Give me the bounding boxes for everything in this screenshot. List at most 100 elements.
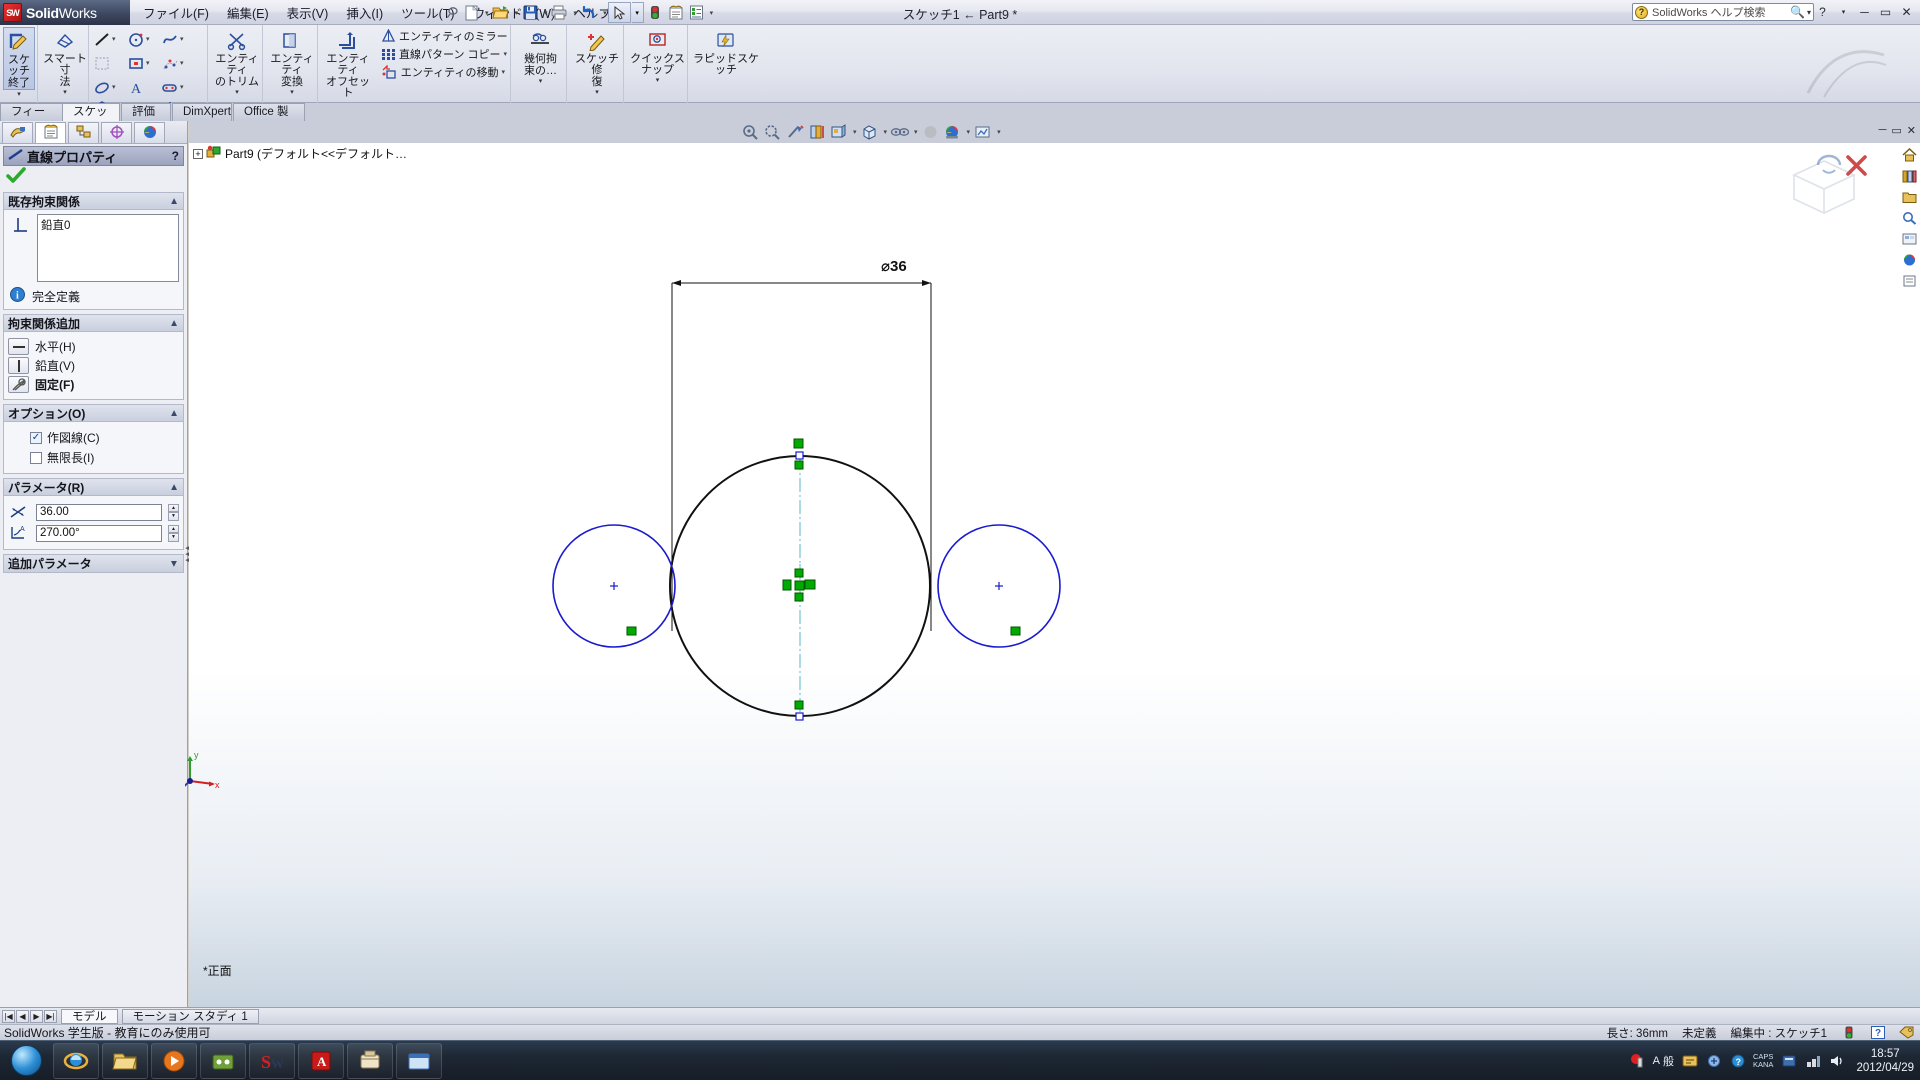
property-manager-help-button[interactable]: ?	[172, 149, 179, 163]
rapid-sketch-button[interactable]: ラピッドスケッチ	[692, 27, 760, 76]
notification-icon[interactable]	[1629, 1052, 1646, 1069]
taskbar-solidworks[interactable]: SW	[249, 1042, 295, 1079]
configuration-manager-tab[interactable]	[68, 122, 99, 143]
sketch-points-tool[interactable]: ▾	[161, 55, 195, 71]
chevron-collapse-icon[interactable]: ▲	[169, 482, 179, 493]
taskbar-app-4[interactable]	[200, 1042, 246, 1079]
sketch-canvas[interactable]	[189, 121, 1920, 1007]
move-entities-dropdown[interactable]: ▾	[501, 68, 505, 76]
spline-tool[interactable]: ▾	[161, 31, 195, 47]
taskbar-explorer[interactable]	[102, 1042, 148, 1079]
bottom-tab-model[interactable]: モデル	[61, 1008, 118, 1024]
relation-item-0[interactable]: 鉛直0	[41, 217, 175, 233]
ellipse-tool[interactable]: ▾	[93, 79, 127, 95]
additional-parameters-header[interactable]: 追加パラメータ ▲	[4, 555, 183, 572]
trim-dropdown[interactable]: ▾	[212, 88, 262, 96]
infinite-length-checkbox[interactable]	[30, 451, 42, 464]
trim-entities-button[interactable]: エンティティ のトリム	[212, 27, 262, 88]
relation-vertical-button[interactable]: 鉛直(V)	[8, 357, 179, 374]
relation-horizontal-button[interactable]: 水平(H)	[8, 338, 179, 355]
diameter-dimension-label[interactable]: ⌀36	[881, 257, 907, 275]
dimxpert-manager-tab[interactable]	[101, 122, 132, 143]
minimize-button[interactable]: ─	[1855, 2, 1874, 21]
taskbar-media-player[interactable]	[151, 1042, 197, 1079]
start-button[interactable]	[2, 1043, 50, 1079]
app-tray-icon[interactable]	[1780, 1052, 1797, 1069]
param-angle-input[interactable]: 270.00°	[36, 524, 162, 542]
rectangle-tool[interactable]: ▾	[127, 55, 161, 71]
ellipse-tool-dropdown[interactable]: ▾	[112, 83, 116, 91]
taskbar-acrobat[interactable]: A	[298, 1042, 344, 1079]
tab-office-products[interactable]: Office 製品	[233, 103, 305, 135]
rectangle-tool-dropdown[interactable]: ▾	[146, 59, 150, 67]
linear-pattern-dropdown[interactable]: ▾	[504, 50, 508, 58]
restore-button[interactable]: ▭	[1876, 2, 1895, 21]
spline-tool-dropdown[interactable]: ▾	[180, 35, 184, 43]
chevron-collapse-icon[interactable]: ▲	[169, 408, 179, 419]
ime-tool-icon[interactable]	[1705, 1052, 1722, 1069]
convert-entities-button[interactable]: エンティティ 変換	[267, 27, 317, 88]
traffic-light-icon[interactable]	[1841, 1026, 1856, 1040]
feature-manager-tab[interactable]	[2, 122, 33, 143]
help-dropdown[interactable]: ▾	[1834, 2, 1853, 21]
green-check-icon[interactable]	[6, 167, 26, 187]
offset-entities-button[interactable]: エンティティ オフセット	[322, 27, 374, 99]
ime-help-icon[interactable]: ?	[1729, 1052, 1746, 1069]
taskbar-app-8[interactable]	[396, 1042, 442, 1079]
search-magnifier-icon[interactable]: 🔍	[1790, 5, 1807, 19]
relation-fix-button[interactable]: 固定(F)	[8, 376, 179, 393]
linear-pattern-button[interactable]: 直線パターン コピー ▾	[379, 45, 507, 63]
volume-icon[interactable]	[1828, 1052, 1845, 1069]
tag-icon[interactable]	[1899, 1026, 1914, 1040]
search-dropdown-icon[interactable]: ▾	[1807, 8, 1811, 17]
close-button[interactable]: ✕	[1897, 2, 1916, 21]
add-relations-header[interactable]: 拘束関係追加 ▲	[4, 315, 183, 332]
quick-snaps-dropdown[interactable]: ▾	[628, 76, 687, 84]
ime-status[interactable]: A 般	[1653, 1053, 1674, 1069]
smart-dimension-dropdown[interactable]: ▾	[42, 88, 88, 96]
network-icon[interactable]	[1804, 1052, 1821, 1069]
ime-pad-icon[interactable]	[1681, 1052, 1698, 1069]
sketch-pattern-tool[interactable]	[93, 55, 127, 71]
angle-stepper-up[interactable]: ▲	[168, 524, 179, 533]
slot-tool-dropdown[interactable]: ▾	[180, 83, 184, 91]
existing-relations-list[interactable]: 鉛直0	[37, 214, 179, 282]
move-entities-button[interactable]: エンティティの移動 ▾	[379, 63, 507, 81]
existing-relations-header[interactable]: 既存拘束関係 ▲	[4, 193, 183, 210]
display-relations-dropdown[interactable]: ▾	[515, 77, 566, 85]
question-help-icon[interactable]: ?	[1870, 1026, 1885, 1040]
exit-sketch-button[interactable]: スケッチ 終了	[3, 27, 35, 90]
help-button[interactable]: ?	[1813, 2, 1832, 21]
option-infinite-length-row[interactable]: 無限長(I)	[30, 449, 179, 466]
tab-sketch[interactable]: スケッチ	[62, 103, 120, 135]
slot-tool[interactable]: ▾	[161, 79, 195, 95]
repair-sketch-button[interactable]: スケッチ修 復	[571, 27, 623, 88]
nav-prev-button[interactable]: ◀	[16, 1009, 29, 1023]
tab-evaluate[interactable]: 評価	[121, 103, 171, 121]
circle-tool[interactable]: ▾	[127, 31, 161, 47]
smart-dimension-button[interactable]: スマート寸 法	[42, 27, 88, 88]
taskbar-app-7[interactable]	[347, 1042, 393, 1079]
construction-line-checkbox[interactable]: ✓	[30, 431, 42, 444]
line-tool[interactable]: ▾	[93, 31, 127, 47]
sketch-points-dropdown[interactable]: ▾	[180, 59, 184, 67]
mirror-entities-button[interactable]: エンティティのミラー	[379, 27, 508, 45]
option-construction-line-row[interactable]: ✓ 作図線(C)	[30, 429, 179, 446]
nav-next-button[interactable]: ▶	[30, 1009, 43, 1023]
taskbar-clock[interactable]: 18:57 2012/04/29	[1856, 1047, 1914, 1075]
display-relations-button[interactable]: 幾何拘 束の…	[515, 27, 566, 77]
quick-snaps-button[interactable]: クイックスナップ	[628, 27, 687, 76]
nav-first-button[interactable]: |◀	[2, 1009, 15, 1023]
angle-stepper-down[interactable]: ▼	[168, 533, 179, 542]
chevron-expand-icon[interactable]: ▲	[169, 558, 179, 569]
bottom-tab-motion-study[interactable]: モーション スタディ 1	[121, 1008, 259, 1024]
help-search-box[interactable]: ? SolidWorks ヘルプ検索 🔍 ▾	[1632, 3, 1814, 21]
tab-dimxpert[interactable]: DimXpert	[172, 103, 232, 121]
text-tool[interactable]: A	[127, 79, 161, 95]
length-stepper-down[interactable]: ▼	[168, 512, 179, 521]
param-length-input[interactable]: 36.00	[36, 503, 162, 521]
repair-sketch-dropdown[interactable]: ▾	[571, 88, 623, 96]
chevron-collapse-icon[interactable]: ▲	[169, 318, 179, 329]
circle-tool-dropdown[interactable]: ▾	[146, 35, 150, 43]
chevron-collapse-icon[interactable]: ▲	[169, 196, 179, 207]
